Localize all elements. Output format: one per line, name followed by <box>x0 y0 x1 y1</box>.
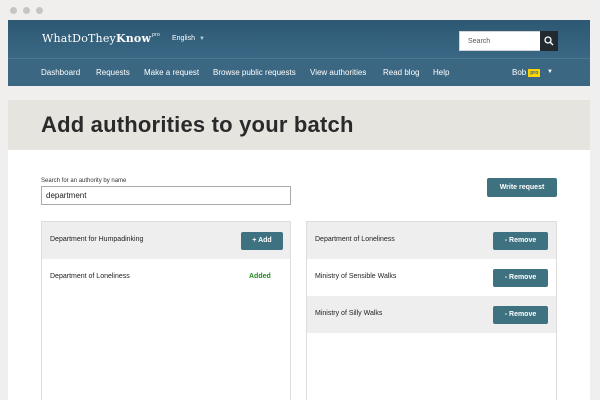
list-item: Ministry of Sensible Walks - Remove <box>307 259 556 296</box>
nav-read-blog[interactable]: Read blog <box>383 68 419 77</box>
add-button[interactable]: + Add <box>241 232 283 250</box>
remove-button[interactable]: - Remove <box>493 269 548 287</box>
window-chrome <box>0 0 600 20</box>
nav-browse-public-requests[interactable]: Browse public requests <box>213 68 296 77</box>
chevron-down-icon: ▼ <box>198 36 205 42</box>
window-maximize-dot[interactable] <box>36 7 43 14</box>
list-item: Ministry of Silly Walks - Remove <box>307 296 556 333</box>
user-name: Bob <box>512 68 527 77</box>
batch-panel: Department of Loneliness - Remove Minist… <box>306 221 557 400</box>
logo-prefix: WhatDoThey <box>42 32 116 45</box>
search-input[interactable]: Search <box>459 31 541 51</box>
window-close-dot[interactable] <box>10 7 17 14</box>
nav-view-authorities[interactable]: View authorities <box>310 68 366 77</box>
authority-search-input[interactable]: department <box>41 186 291 205</box>
header-topbar: WhatDoTheyKnowpro English ▼ Search <box>8 20 590 58</box>
language-label: English <box>172 35 195 42</box>
nav-requests[interactable]: Requests <box>96 68 130 77</box>
authority-name: Ministry of Silly Walks <box>315 310 383 317</box>
search-placeholder: Search <box>468 38 491 45</box>
nav-dashboard[interactable]: Dashboard <box>41 68 80 77</box>
main-content: Search for an authority by name departme… <box>8 150 590 400</box>
list-item: Department of Loneliness - Remove <box>307 222 556 259</box>
added-status: Added <box>249 273 271 280</box>
authority-name: Department of Loneliness <box>315 236 395 243</box>
main-nav: Dashboard Requests Make a request Browse… <box>8 58 590 86</box>
remove-button[interactable]: - Remove <box>493 306 548 324</box>
search-results-panel: Department for Humpadinking + Add Depart… <box>41 221 291 400</box>
remove-button[interactable]: - Remove <box>493 232 548 250</box>
title-band: Add authorities to your batch <box>8 100 590 150</box>
user-menu[interactable]: Bob pro <box>512 68 541 77</box>
authority-search-label: Search for an authority by name <box>41 178 127 184</box>
list-item: Department of Loneliness Added <box>42 259 290 296</box>
site-logo[interactable]: WhatDoTheyKnowpro <box>42 32 160 45</box>
nav-make-request[interactable]: Make a request <box>144 68 199 77</box>
write-request-button[interactable]: Write request <box>487 178 557 197</box>
logo-bold: Know <box>115 32 152 45</box>
page-title: Add authorities to your batch <box>41 112 354 137</box>
language-selector[interactable]: English ▼ <box>172 35 205 42</box>
nav-help[interactable]: Help <box>433 68 449 77</box>
authority-name: Ministry of Sensible Walks <box>315 273 397 280</box>
pro-badge: pro <box>528 68 541 77</box>
chevron-down-icon[interactable]: ▼ <box>547 69 553 75</box>
list-item: Department for Humpadinking + Add <box>42 222 290 259</box>
search-button[interactable] <box>540 31 558 51</box>
search-icon <box>544 36 554 46</box>
authority-name: Department for Humpadinking <box>50 236 144 243</box>
logo-pro-sup: pro <box>152 32 160 38</box>
site-header: WhatDoTheyKnowpro English ▼ Search Dashbo… <box>8 20 590 86</box>
window-minimize-dot[interactable] <box>23 7 30 14</box>
authority-name: Department of Loneliness <box>50 273 130 280</box>
